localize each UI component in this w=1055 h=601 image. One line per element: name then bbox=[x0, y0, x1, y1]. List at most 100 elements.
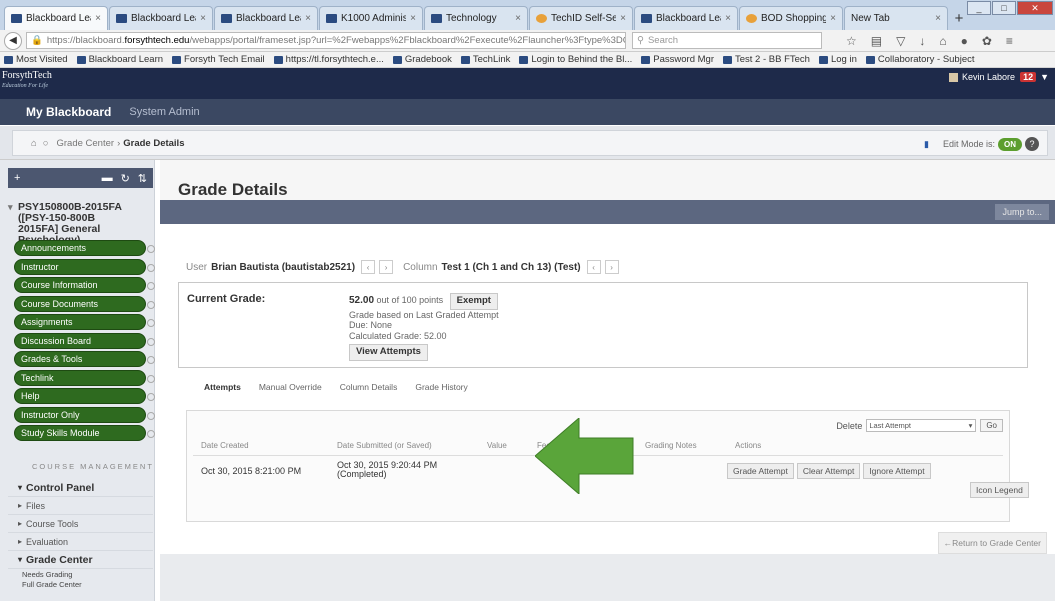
bookmark-item[interactable]: TechLink bbox=[460, 54, 510, 65]
chevron-icon: ▾ bbox=[18, 483, 23, 492]
control-panel-item[interactable]: ▾ Grade Center bbox=[8, 551, 153, 569]
bookmark-item[interactable]: Test 2 - BB FTech bbox=[723, 54, 810, 65]
sidebar-item[interactable]: Help bbox=[14, 388, 155, 404]
home-icon[interactable]: ⌂ bbox=[939, 34, 946, 48]
minimize-button[interactable]: _ bbox=[967, 1, 991, 15]
close-window-button[interactable]: ✕ bbox=[1017, 1, 1053, 15]
next-user-button[interactable]: › bbox=[379, 260, 394, 274]
bookmark-item[interactable]: Forsyth Tech Email bbox=[172, 54, 265, 65]
tab-manual-override[interactable]: Manual Override bbox=[259, 382, 322, 392]
browser-tab[interactable]: K1000 Administrator ... × bbox=[319, 6, 423, 30]
grade-attempt-button[interactable]: Grade Attempt bbox=[727, 463, 794, 479]
delete-select[interactable]: Last Attempt ▾ bbox=[866, 419, 977, 432]
breadcrumb-separator: › bbox=[117, 137, 121, 149]
bookmarks-bar: Most Visited Blackboard Learn Forsyth Tech… bbox=[0, 52, 1055, 68]
browser-tab[interactable]: BOD Shopping c...× bbox=[739, 6, 843, 30]
go-button[interactable]: Go bbox=[980, 419, 1003, 432]
close-tab-icon[interactable]: × bbox=[200, 13, 206, 24]
pocket-icon[interactable]: ▽ bbox=[896, 34, 905, 48]
close-tab-icon[interactable]: × bbox=[95, 13, 101, 24]
edit-mode-toggle[interactable]: ON bbox=[998, 137, 1022, 151]
menu-icon[interactable]: ≡ bbox=[1006, 34, 1013, 48]
clear-attempt-button[interactable]: Clear Attempt bbox=[796, 463, 861, 479]
sidebar-item[interactable]: Instructor bbox=[14, 258, 155, 275]
sidebar-item[interactable]: Course Information bbox=[14, 277, 155, 293]
sidebar-item[interactable]: Techlink bbox=[14, 369, 155, 386]
chat-icon[interactable]: ● bbox=[961, 34, 968, 48]
control-panel-item[interactable]: Full Grade Center bbox=[8, 579, 153, 589]
sidebar-item[interactable]: Grades & Tools bbox=[14, 351, 155, 367]
maximize-button[interactable]: □ bbox=[992, 1, 1016, 15]
close-tab-icon[interactable]: × bbox=[830, 13, 836, 24]
bookmark-item[interactable]: Log in bbox=[818, 54, 857, 65]
browser-tab[interactable]: Blackboard Learn × bbox=[634, 6, 738, 30]
sort-icon[interactable]: ⇅ bbox=[138, 172, 147, 185]
chevron-icon: ▸ bbox=[18, 519, 23, 528]
download-icon[interactable]: ↓ bbox=[919, 34, 925, 48]
refresh-icon[interactable]: ↻ bbox=[121, 172, 130, 185]
user-menu[interactable]: Kevin Labore 12 ▼ bbox=[949, 72, 1049, 82]
view-attempts-button[interactable]: View Attempts bbox=[349, 344, 428, 361]
sidebar-item[interactable]: Discussion Board bbox=[14, 332, 155, 349]
prev-user-button[interactable]: ‹ bbox=[361, 260, 376, 274]
bookmark-item[interactable]: Login to Behind the Bl... bbox=[519, 54, 632, 65]
address-bar[interactable]: 🔒 https://blackboard. forsythtech.edu/web… bbox=[26, 32, 626, 49]
extension-icon[interactable]: ✿ bbox=[982, 34, 992, 48]
control-panel-item[interactable]: ▾ Control Panel bbox=[8, 479, 153, 497]
bookmark-item[interactable]: Most Visited bbox=[4, 54, 68, 65]
url-domain: forsythtech.edu bbox=[124, 35, 190, 46]
breadcrumb-grade-center[interactable]: Grade Center bbox=[57, 138, 115, 149]
tab-my-blackboard[interactable]: My Blackboard bbox=[26, 105, 111, 119]
browser-tab[interactable]: Blackboard Learn × bbox=[109, 6, 213, 30]
bookmark-icon[interactable]: ▮ bbox=[924, 139, 929, 150]
control-panel-item[interactable]: Needs Grading bbox=[8, 569, 153, 579]
return-to-grade-center-link[interactable]: ←Return to Grade Center bbox=[937, 532, 1047, 554]
control-panel-item[interactable]: ▸ Course Tools bbox=[8, 515, 153, 533]
prev-column-button[interactable]: ‹ bbox=[586, 260, 601, 274]
help-icon[interactable]: ? bbox=[1025, 137, 1039, 151]
ignore-attempt-button[interactable]: Ignore Attempt bbox=[863, 463, 931, 479]
close-tab-icon[interactable]: × bbox=[515, 13, 521, 24]
reading-list-icon[interactable]: ▤ bbox=[871, 34, 882, 48]
folder-view-icon[interactable]: ▬ bbox=[102, 172, 113, 185]
browser-tab[interactable]: New Tab × bbox=[844, 6, 948, 30]
next-column-button[interactable]: › bbox=[604, 260, 619, 274]
notification-badge[interactable]: 12 bbox=[1020, 72, 1037, 82]
bookmark-item[interactable]: Blackboard Learn bbox=[76, 54, 163, 65]
home-icon[interactable]: ⌂ bbox=[31, 138, 37, 149]
browser-tab[interactable]: Blackboard Learn × bbox=[214, 6, 318, 30]
back-arrow-icon[interactable]: ◀ bbox=[4, 31, 22, 50]
close-tab-icon[interactable]: × bbox=[410, 13, 416, 24]
close-tab-icon[interactable]: × bbox=[725, 13, 731, 24]
bookmark-item[interactable]: Collaboratory - Subject bbox=[865, 54, 975, 65]
tab-attempts[interactable]: Attempts bbox=[204, 382, 241, 392]
add-menu-item-icon[interactable]: + bbox=[14, 172, 20, 184]
icon-legend-button[interactable]: Icon Legend bbox=[970, 482, 1029, 498]
browser-tab[interactable]: Technology × bbox=[424, 6, 528, 30]
bookmark-item[interactable]: Password Mgr bbox=[641, 54, 714, 65]
tab-system-admin[interactable]: System Admin bbox=[129, 106, 199, 118]
sidebar-item[interactable]: Assignments bbox=[14, 314, 155, 330]
browser-tab[interactable]: Blackboard Learn × bbox=[4, 6, 108, 30]
sidebar-item[interactable]: Instructor Only bbox=[14, 406, 155, 423]
sidebar-item[interactable]: Course Documents bbox=[14, 295, 155, 312]
browser-tab[interactable]: TechID Self-Servi... × bbox=[529, 6, 633, 30]
bookmark-item[interactable]: https://tl.forsythtech.e... bbox=[273, 54, 384, 65]
forsyth-tech-logo[interactable]: ForsythTech Education For Life bbox=[2, 71, 52, 91]
star-icon[interactable]: ☆ bbox=[846, 34, 857, 48]
sidebar-item[interactable]: Announcements bbox=[14, 240, 155, 256]
bookmark-item[interactable]: Gradebook bbox=[392, 54, 452, 65]
tab-grade-history[interactable]: Grade History bbox=[415, 382, 467, 392]
sidebar-item[interactable]: Study Skills Module bbox=[14, 425, 155, 441]
close-tab-icon[interactable]: × bbox=[620, 13, 626, 24]
search-input[interactable]: ⚲ Search bbox=[632, 32, 822, 49]
chevron-down-icon[interactable]: ▼ bbox=[1040, 72, 1049, 82]
close-tab-icon[interactable]: × bbox=[305, 13, 311, 24]
control-panel-item[interactable]: ▸ Files bbox=[8, 497, 153, 515]
tab-column-details[interactable]: Column Details bbox=[340, 382, 398, 392]
close-tab-icon[interactable]: × bbox=[935, 13, 941, 24]
tab-title: New Tab bbox=[851, 13, 890, 24]
jump-to-button[interactable]: Jump to... bbox=[995, 204, 1049, 220]
control-panel-item[interactable]: ▸ Evaluation bbox=[8, 533, 153, 551]
exempt-button[interactable]: Exempt bbox=[449, 293, 498, 310]
